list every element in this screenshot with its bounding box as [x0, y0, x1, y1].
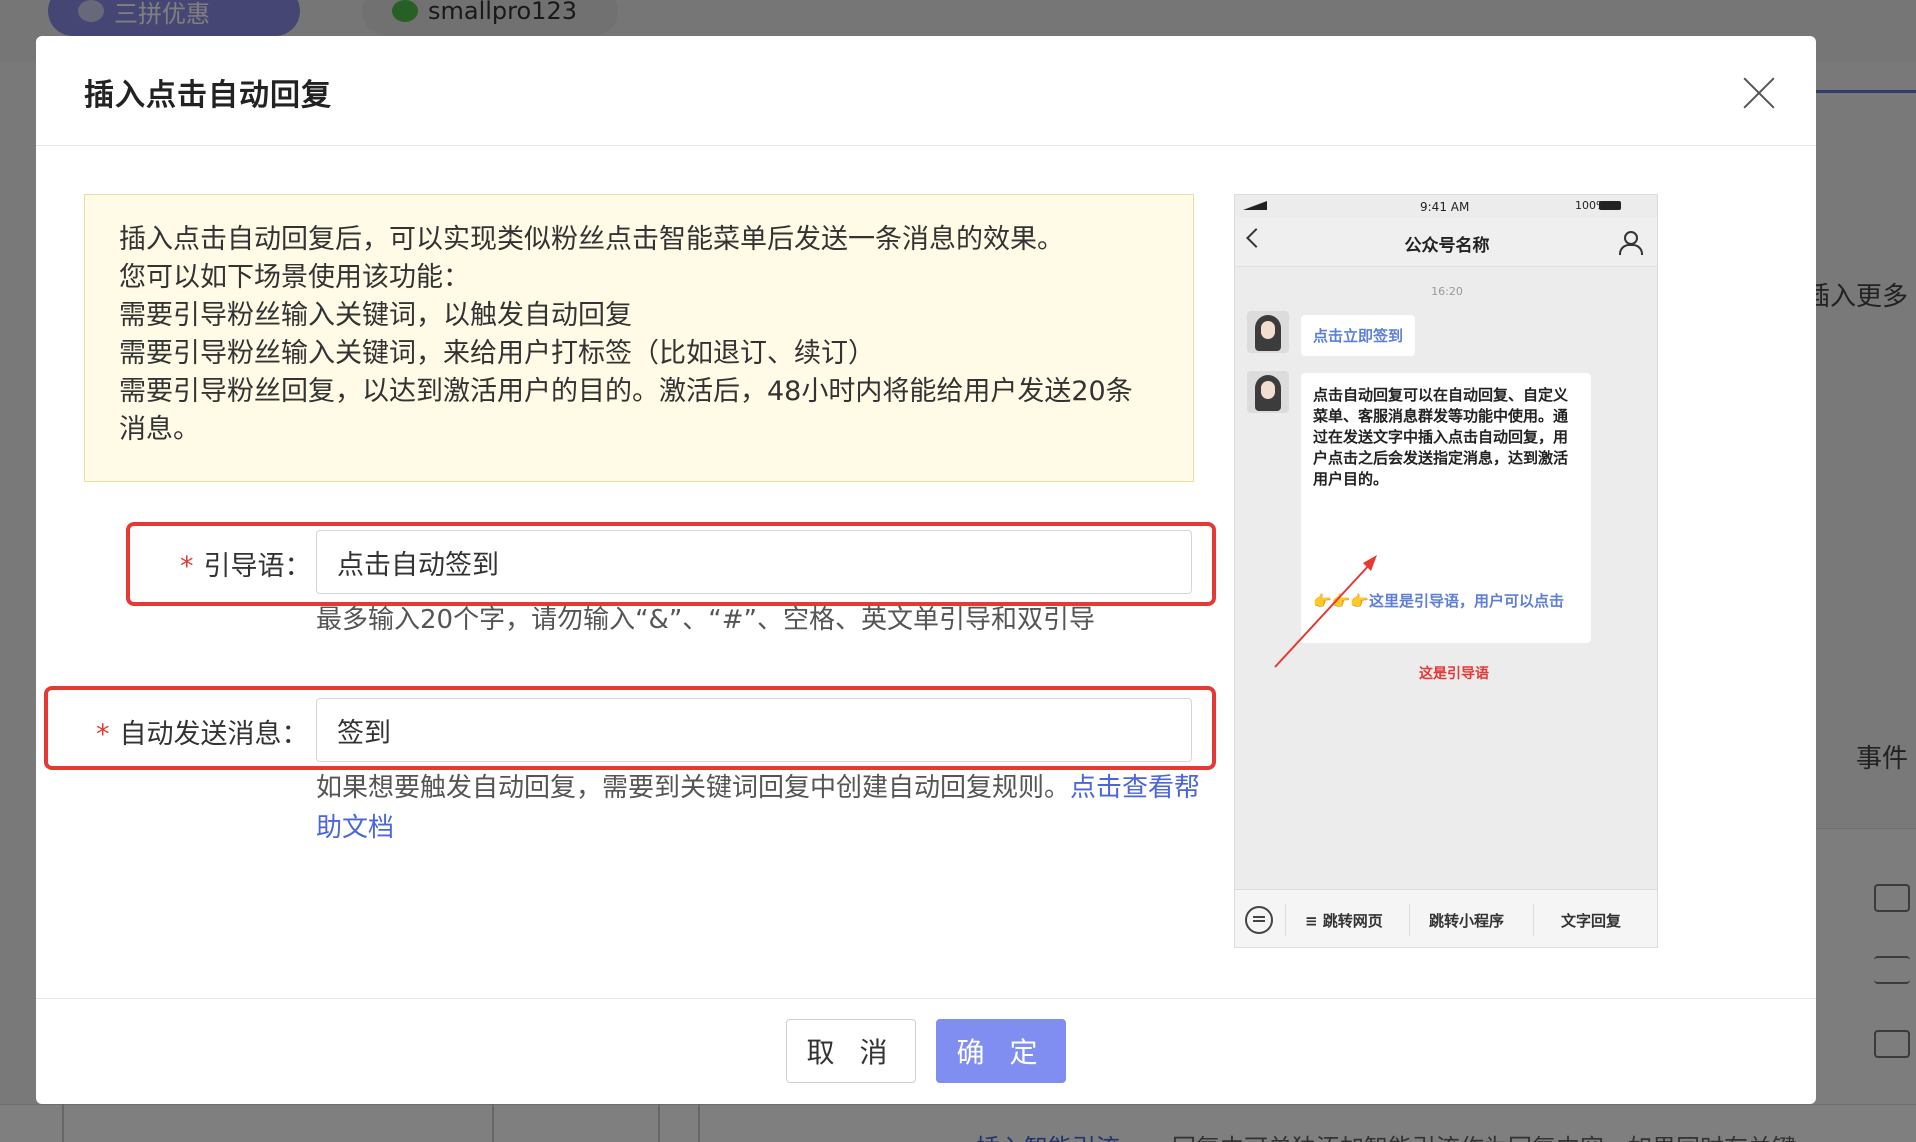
dialog-title: 插入点击自动回复: [84, 78, 332, 113]
dialog-footer: 取 消 确 定: [36, 998, 1816, 1104]
guide-hint: 最多输入20个字，请勿输入“&”、“#”、空格、英文单引导和双引导: [316, 605, 1096, 635]
menu-item: 文字回复: [1561, 912, 1622, 930]
confirm-button[interactable]: 确 定: [936, 1019, 1066, 1083]
cancel-button[interactable]: 取 消: [786, 1019, 916, 1083]
message-hint: 如果想要触发自动回复，需要到关键词回复中创建自动回复规则。点击查看帮助文档: [316, 768, 1216, 848]
message-label-text: 自动发送消息：: [119, 719, 309, 750]
message-row: * 自动发送消息：: [36, 698, 1216, 764]
menu-divider: [1285, 904, 1286, 936]
guide-label-text: 引导语：: [203, 551, 312, 582]
dialog-header: 插入点击自动回复: [36, 36, 1816, 146]
phone-preview: 9:41 AM 100% 公众号名称 16:20 点击立即签到 点击自动回复可以…: [1234, 194, 1658, 948]
notice-line: 插入点击自动回复后，可以实现类似粉丝点击智能菜单后发送一条消息的效果。: [119, 224, 1064, 255]
notice-box: 插入点击自动回复后，可以实现类似粉丝点击智能菜单后发送一条消息的效果。 您可以如…: [84, 194, 1194, 482]
guide-row: * 引导语：: [36, 530, 1216, 596]
annotation-arrow-icon: [1274, 555, 1377, 668]
auto-message-input[interactable]: [316, 698, 1192, 762]
menu-item: 跳转小程序: [1429, 912, 1505, 930]
close-icon[interactable]: [1742, 76, 1776, 110]
required-mark: *: [96, 719, 110, 750]
message-hint-text: 如果想要触发自动回复，需要到关键词回复中创建自动回复规则。: [316, 773, 1071, 803]
guide-text-input[interactable]: [316, 530, 1192, 594]
menu-divider: [1533, 904, 1534, 936]
required-mark: *: [180, 551, 194, 582]
notice-line: 需要引导粉丝输入关键词，来给用户打标签（比如退订、续订）: [119, 338, 875, 369]
insert-auto-reply-dialog: 插入点击自动回复 插入点击自动回复后，可以实现类似粉丝点击智能菜单后发送一条消息…: [36, 36, 1816, 1104]
annotation-label: 这是引导语: [1419, 666, 1489, 682]
preview-menu-bar: ≡ 跳转网页 跳转小程序 文字回复: [1235, 889, 1657, 947]
message-label: * 自动发送消息：: [96, 712, 309, 751]
notice-line: 您可以如下场景使用该功能：: [119, 262, 470, 293]
menu-item: ≡ 跳转网页: [1305, 912, 1383, 930]
notice-line: 需要引导粉丝输入关键词，以触发自动回复: [119, 300, 632, 331]
guide-label: * 引导语：: [180, 544, 312, 583]
menu-divider: [1409, 904, 1410, 936]
notice-line: 需要引导粉丝回复，以达到激活用户的目的。激活后，48小时内将能给用户发送20条消…: [119, 376, 1133, 445]
keyboard-icon: [1245, 906, 1273, 934]
